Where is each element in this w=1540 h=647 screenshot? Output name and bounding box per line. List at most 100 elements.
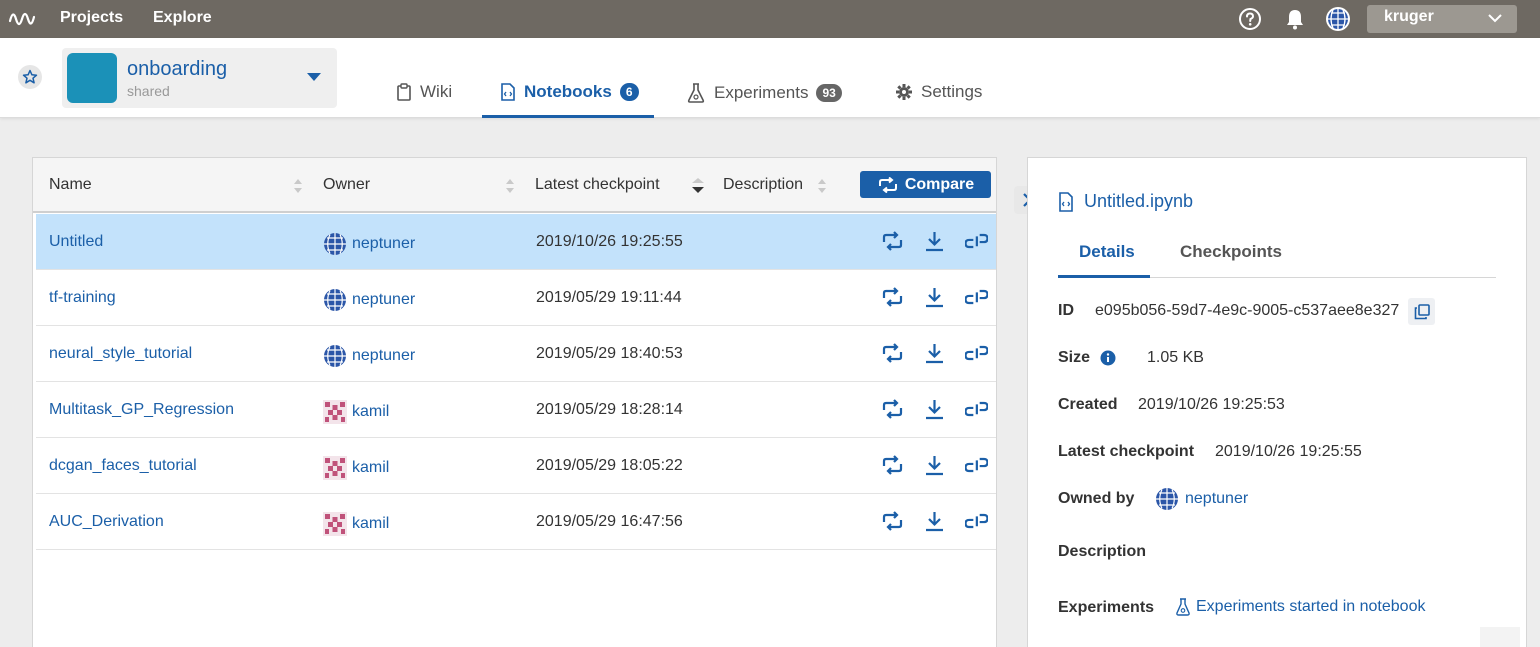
link-icon[interactable] <box>965 454 988 476</box>
tab-experiments[interactable]: Experiments 93 <box>686 82 842 104</box>
info-icon[interactable] <box>1100 350 1116 366</box>
neptune-logo-icon[interactable] <box>8 7 36 31</box>
compare-icon[interactable] <box>881 286 904 308</box>
pixel-avatar-icon <box>323 400 347 424</box>
checkpoint-date: 2019/05/29 19:11:44 <box>536 289 682 306</box>
download-icon[interactable] <box>923 454 946 476</box>
compare-icon[interactable] <box>881 342 904 364</box>
table-row[interactable]: Untitled neptuner 2019/10/26 19:25:55 <box>36 214 996 270</box>
link-icon[interactable] <box>965 510 988 532</box>
owner-name: neptuner <box>1185 490 1249 507</box>
tab-details[interactable]: Details <box>1079 242 1135 262</box>
experiments-count-badge: 93 <box>816 84 842 102</box>
tab-checkpoints[interactable]: Checkpoints <box>1180 242 1282 262</box>
table-row[interactable]: tf-training neptuner 2019/05/29 19:11:44 <box>36 270 996 326</box>
owner-cell[interactable]: kamil <box>323 512 389 536</box>
notebook-name[interactable]: tf-training <box>49 289 116 307</box>
compare-icon[interactable] <box>881 230 904 252</box>
download-icon[interactable] <box>923 230 946 252</box>
user-menu-dropdown[interactable]: kruger <box>1367 5 1517 33</box>
table-row[interactable]: dcgan_faces_tutorial kamil 2019/05/29 18:0… <box>36 438 996 494</box>
owner-cell[interactable]: neptuner <box>323 232 415 256</box>
created-label: Created <box>1058 396 1118 413</box>
download-icon[interactable] <box>923 510 946 532</box>
table-header: Name Owner Latest checkpoint Description… <box>33 158 996 213</box>
column-name[interactable]: Name <box>49 176 92 194</box>
latest-checkpoint-value: 2019/10/26 19:25:55 <box>1215 443 1362 460</box>
notebook-name[interactable]: AUC_Derivation <box>49 513 164 531</box>
project-name: onboarding <box>127 58 228 80</box>
project-visibility: shared <box>127 83 170 99</box>
globe-avatar-icon <box>324 233 346 255</box>
notebooks-table: Name Owner Latest checkpoint Description… <box>32 157 997 647</box>
compare-button[interactable]: Compare <box>860 171 991 198</box>
table-row[interactable]: Multitask_GP_Regression kamil 2019/05/29 1… <box>36 382 996 438</box>
sort-icon[interactable] <box>817 176 827 196</box>
tab-label: Notebooks <box>524 82 612 101</box>
owner-name: neptuner <box>352 235 416 252</box>
sort-desc-icon[interactable] <box>691 176 705 196</box>
star-icon <box>22 69 38 84</box>
caret-down-icon <box>307 73 321 81</box>
column-latest-checkpoint[interactable]: Latest checkpoint <box>535 176 660 194</box>
owner-name: kamil <box>352 459 390 476</box>
link-icon[interactable] <box>965 286 988 308</box>
checkpoint-date: 2019/05/29 16:47:56 <box>536 513 683 530</box>
compare-icon <box>878 176 897 193</box>
download-icon[interactable] <box>923 286 946 308</box>
experiments-label: Experiments <box>1058 599 1155 616</box>
notebook-name[interactable]: Multitask_GP_Regression <box>49 401 234 419</box>
globe-avatar-icon <box>1156 488 1178 510</box>
help-circle-icon[interactable] <box>1237 6 1263 32</box>
owned-by-label: Owned by <box>1058 490 1135 507</box>
row-actions <box>881 398 988 420</box>
owner-cell[interactable]: kamil <box>323 456 389 480</box>
owner-link[interactable]: neptuner <box>1155 487 1248 511</box>
download-icon[interactable] <box>923 398 946 420</box>
checkpoint-date: 2019/05/29 18:40:53 <box>536 345 683 362</box>
project-avatar <box>67 53 117 103</box>
column-owner[interactable]: Owner <box>323 176 370 194</box>
id-label: ID <box>1058 302 1074 319</box>
chevron-down-icon <box>1488 14 1502 23</box>
bell-icon[interactable] <box>1282 6 1308 32</box>
table-row[interactable]: neural_style_tutorial neptuner 2019/05/29 … <box>36 326 996 382</box>
nav-explore[interactable]: Explore <box>153 9 212 27</box>
globe-avatar-icon <box>324 289 346 311</box>
sort-icon[interactable] <box>505 176 515 196</box>
nav-projects[interactable]: Projects <box>60 9 123 27</box>
sort-icon[interactable] <box>293 176 303 196</box>
row-actions <box>881 454 988 476</box>
globe-avatar-icon[interactable] <box>1325 6 1351 32</box>
compare-icon[interactable] <box>881 510 904 532</box>
flask-icon <box>1176 598 1190 616</box>
tab-label: Wiki <box>420 82 453 101</box>
favorite-button[interactable] <box>18 65 42 89</box>
tab-settings[interactable]: Settings <box>895 82 982 102</box>
table-row[interactable]: AUC_Derivation kamil 2019/05/29 16:47:56 <box>36 494 996 550</box>
link-icon[interactable] <box>965 230 988 252</box>
pixel-avatar-icon <box>323 456 347 480</box>
notebooks-count-badge: 6 <box>619 83 639 101</box>
compare-icon[interactable] <box>881 454 904 476</box>
owner-cell[interactable]: kamil <box>323 400 389 424</box>
link-icon[interactable] <box>965 342 988 364</box>
copy-id-button[interactable] <box>1408 298 1435 325</box>
project-selector[interactable]: onboarding shared <box>62 48 337 108</box>
tab-wiki[interactable]: Wiki <box>396 82 452 102</box>
details-title[interactable]: Untitled.ipynb <box>1058 191 1193 212</box>
row-actions <box>881 286 988 308</box>
experiments-link[interactable]: Experiments started in notebook <box>1176 598 1425 616</box>
notebook-name[interactable]: dcgan_faces_tutorial <box>49 457 197 475</box>
download-icon[interactable] <box>923 342 946 364</box>
compare-icon[interactable] <box>881 398 904 420</box>
owner-cell[interactable]: neptuner <box>323 288 415 312</box>
notebook-name[interactable]: neural_style_tutorial <box>49 345 192 363</box>
tab-notebooks[interactable]: Notebooks 6 <box>500 82 639 102</box>
link-icon[interactable] <box>965 398 988 420</box>
owner-cell[interactable]: neptuner <box>323 344 415 368</box>
pixel-avatar-icon <box>323 512 347 536</box>
column-description[interactable]: Description <box>723 176 803 194</box>
notebook-name[interactable]: Untitled <box>49 233 103 251</box>
details-tabs: Details Checkpoints <box>1058 238 1496 278</box>
